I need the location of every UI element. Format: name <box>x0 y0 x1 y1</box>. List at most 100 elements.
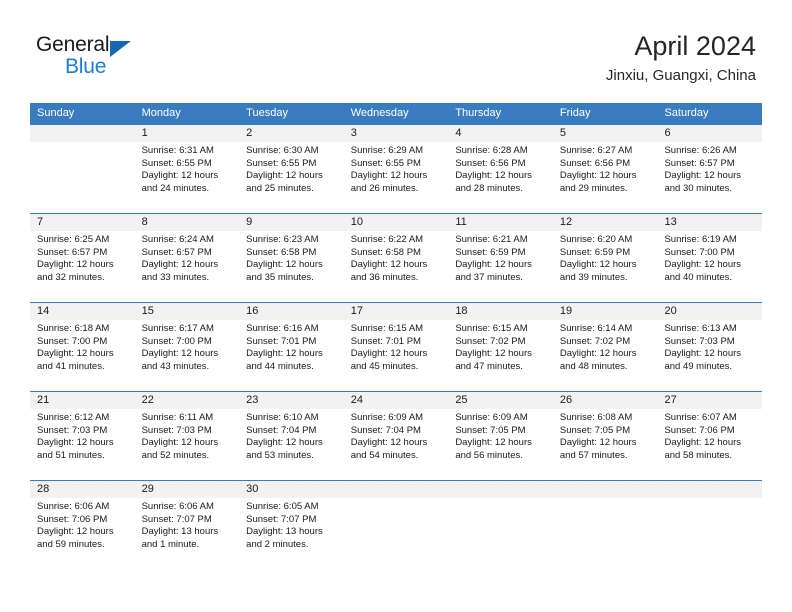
sunset-text: Sunset: 7:00 PM <box>141 335 212 347</box>
day-cell[interactable]: 3 Sunrise: 6:29 AM Sunset: 6:55 PM Dayli… <box>343 125 449 213</box>
daylight-text-line1: Daylight: 12 hours <box>141 348 219 360</box>
daylight-text-line2: and 26 minutes. <box>350 182 419 194</box>
day-details: Sunrise: 6:30 AM Sunset: 6:55 PM Dayligh… <box>239 142 344 195</box>
logo-triangle-icon <box>110 41 131 57</box>
day-cell[interactable] <box>343 481 449 572</box>
day-cell[interactable]: 14 Sunrise: 6:18 AM Sunset: 7:00 PM Dayl… <box>30 303 135 391</box>
day-cell[interactable]: 11 Sunrise: 6:21 AM Sunset: 6:59 PM Dayl… <box>448 214 553 302</box>
day-cell[interactable]: 18 Sunrise: 6:15 AM Sunset: 7:02 PM Dayl… <box>448 303 553 391</box>
weekday-header-thursday: Thursday <box>455 107 502 119</box>
daylight-text-line1: Daylight: 12 hours <box>350 170 428 182</box>
day-details: Sunrise: 6:06 AM Sunset: 7:06 PM Dayligh… <box>30 498 135 551</box>
daylight-text-line1: Daylight: 13 hours <box>141 526 219 538</box>
day-number: 7 <box>30 214 135 231</box>
day-cell[interactable]: 9 Sunrise: 6:23 AM Sunset: 6:58 PM Dayli… <box>239 214 344 302</box>
weekday-header-monday: Monday <box>141 107 181 119</box>
weekday-header-tuesday: Tuesday <box>246 107 288 119</box>
sunrise-text: Sunrise: 6:05 AM <box>246 501 319 512</box>
sunrise-text: Sunrise: 6:15 AM <box>350 323 424 334</box>
day-cell[interactable]: 25 Sunrise: 6:09 AM Sunset: 7:05 PM Dayl… <box>448 392 553 480</box>
day-cell[interactable]: 17 Sunrise: 6:15 AM Sunset: 7:01 PM Dayl… <box>343 303 449 391</box>
sunrise-text: Sunrise: 6:18 AM <box>37 323 110 334</box>
day-cell[interactable]: 2 Sunrise: 6:30 AM Sunset: 6:55 PM Dayli… <box>239 125 344 213</box>
day-number: 23 <box>239 392 344 409</box>
daylight-text-line1: Daylight: 12 hours <box>455 348 532 360</box>
calendar-grid: Sunday Monday Tuesday Wednesday Thursday… <box>30 103 763 572</box>
sunset-text: Sunset: 7:06 PM <box>664 424 735 436</box>
daylight-text-line1: Daylight: 12 hours <box>350 259 428 271</box>
sunset-text: Sunset: 7:04 PM <box>350 424 421 436</box>
day-cell[interactable]: 22 Sunrise: 6:11 AM Sunset: 7:03 PM Dayl… <box>134 392 240 480</box>
weekday-header-row: Sunday Monday Tuesday Wednesday Thursday… <box>30 103 762 124</box>
day-cell[interactable] <box>30 125 135 213</box>
day-cell[interactable]: 15 Sunrise: 6:17 AM Sunset: 7:00 PM Dayl… <box>134 303 240 391</box>
daylight-text-line1: Daylight: 12 hours <box>350 348 428 360</box>
week-row: 7 Sunrise: 6:25 AM Sunset: 6:57 PM Dayli… <box>30 213 763 302</box>
daylight-text-line1: Daylight: 13 hours <box>246 526 323 538</box>
sunset-text: Sunset: 7:01 PM <box>350 335 421 347</box>
day-cell[interactable]: 8 Sunrise: 6:24 AM Sunset: 6:57 PM Dayli… <box>134 214 240 302</box>
day-cell[interactable]: 24 Sunrise: 6:09 AM Sunset: 7:04 PM Dayl… <box>343 392 449 480</box>
sunset-text: Sunset: 6:57 PM <box>141 246 212 258</box>
day-cell[interactable] <box>552 481 658 572</box>
page-title: April 2024 <box>634 31 756 61</box>
day-cell[interactable]: 23 Sunrise: 6:10 AM Sunset: 7:04 PM Dayl… <box>239 392 344 480</box>
day-cell[interactable]: 16 Sunrise: 6:16 AM Sunset: 7:01 PM Dayl… <box>239 303 344 391</box>
general-blue-logo[interactable]: General Blue <box>36 33 186 83</box>
day-cell[interactable]: 20 Sunrise: 6:13 AM Sunset: 7:03 PM Dayl… <box>657 303 763 391</box>
daylight-text-line2: and 54 minutes. <box>350 449 419 461</box>
day-cell[interactable] <box>657 481 763 572</box>
day-cell[interactable]: 30 Sunrise: 6:05 AM Sunset: 7:07 PM Dayl… <box>239 481 344 572</box>
day-cell[interactable] <box>448 481 553 572</box>
daylight-text-line1: Daylight: 12 hours <box>455 170 532 182</box>
day-details <box>344 498 449 501</box>
day-number: 8 <box>134 214 240 231</box>
daylight-text-line1: Daylight: 12 hours <box>246 437 323 449</box>
sunset-text: Sunset: 6:56 PM <box>559 157 631 169</box>
daylight-text-line2: and 40 minutes. <box>664 271 733 283</box>
day-cell[interactable]: 6 Sunrise: 6:26 AM Sunset: 6:57 PM Dayli… <box>657 125 763 213</box>
daylight-text-line2: and 37 minutes. <box>455 271 523 283</box>
sunrise-text: Sunrise: 6:29 AM <box>350 145 424 156</box>
day-details: Sunrise: 6:25 AM Sunset: 6:57 PM Dayligh… <box>30 231 135 284</box>
day-number: 22 <box>134 392 240 409</box>
daylight-text-line2: and 24 minutes. <box>141 182 210 194</box>
day-cell[interactable]: 4 Sunrise: 6:28 AM Sunset: 6:56 PM Dayli… <box>448 125 553 213</box>
daylight-text-line2: and 52 minutes. <box>141 449 210 461</box>
sunrise-text: Sunrise: 6:20 AM <box>559 234 633 245</box>
day-number: 4 <box>448 125 553 142</box>
daylight-text-line2: and 32 minutes. <box>37 271 105 283</box>
day-cell[interactable]: 10 Sunrise: 6:22 AM Sunset: 6:58 PM Dayl… <box>343 214 449 302</box>
sunrise-text: Sunrise: 6:09 AM <box>455 412 528 423</box>
sunrise-text: Sunrise: 6:15 AM <box>455 323 528 334</box>
daylight-text-line2: and 43 minutes. <box>141 360 210 372</box>
day-cell[interactable]: 21 Sunrise: 6:12 AM Sunset: 7:03 PM Dayl… <box>30 392 135 480</box>
daylight-text-line1: Daylight: 12 hours <box>455 437 532 449</box>
daylight-text-line2: and 36 minutes. <box>350 271 419 283</box>
week-row: 21 Sunrise: 6:12 AM Sunset: 7:03 PM Dayl… <box>30 391 763 480</box>
day-cell[interactable]: 1 Sunrise: 6:31 AM Sunset: 6:55 PM Dayli… <box>134 125 240 213</box>
day-number: 24 <box>343 392 449 409</box>
day-details: Sunrise: 6:28 AM Sunset: 6:56 PM Dayligh… <box>448 142 553 195</box>
day-cell[interactable]: 26 Sunrise: 6:08 AM Sunset: 7:05 PM Dayl… <box>552 392 658 480</box>
day-cell[interactable]: 13 Sunrise: 6:19 AM Sunset: 7:00 PM Dayl… <box>657 214 763 302</box>
sunrise-text: Sunrise: 6:31 AM <box>141 145 214 156</box>
day-cell[interactable]: 27 Sunrise: 6:07 AM Sunset: 7:06 PM Dayl… <box>657 392 763 480</box>
sunset-text: Sunset: 7:02 PM <box>559 335 631 347</box>
sunset-text: Sunset: 7:00 PM <box>664 246 735 258</box>
sunset-text: Sunset: 7:00 PM <box>37 335 108 347</box>
day-cell[interactable]: 5 Sunrise: 6:27 AM Sunset: 6:56 PM Dayli… <box>552 125 658 213</box>
sunrise-text: Sunrise: 6:21 AM <box>455 234 528 245</box>
week-row: 14 Sunrise: 6:18 AM Sunset: 7:00 PM Dayl… <box>30 302 763 391</box>
day-details <box>448 498 553 501</box>
day-cell[interactable]: 19 Sunrise: 6:14 AM Sunset: 7:02 PM Dayl… <box>552 303 658 391</box>
sunset-text: Sunset: 7:05 PM <box>559 424 631 436</box>
daylight-text-line2: and 48 minutes. <box>559 360 628 372</box>
day-cell[interactable]: 7 Sunrise: 6:25 AM Sunset: 6:57 PM Dayli… <box>30 214 135 302</box>
day-cell[interactable]: 28 Sunrise: 6:06 AM Sunset: 7:06 PM Dayl… <box>30 481 135 572</box>
day-number: 1 <box>134 125 240 142</box>
day-cell[interactable]: 29 Sunrise: 6:06 AM Sunset: 7:07 PM Dayl… <box>134 481 240 572</box>
day-cell[interactable]: 12 Sunrise: 6:20 AM Sunset: 6:59 PM Dayl… <box>552 214 658 302</box>
weekday-header-sunday: Sunday <box>37 107 75 119</box>
day-details: Sunrise: 6:27 AM Sunset: 6:56 PM Dayligh… <box>553 142 658 195</box>
